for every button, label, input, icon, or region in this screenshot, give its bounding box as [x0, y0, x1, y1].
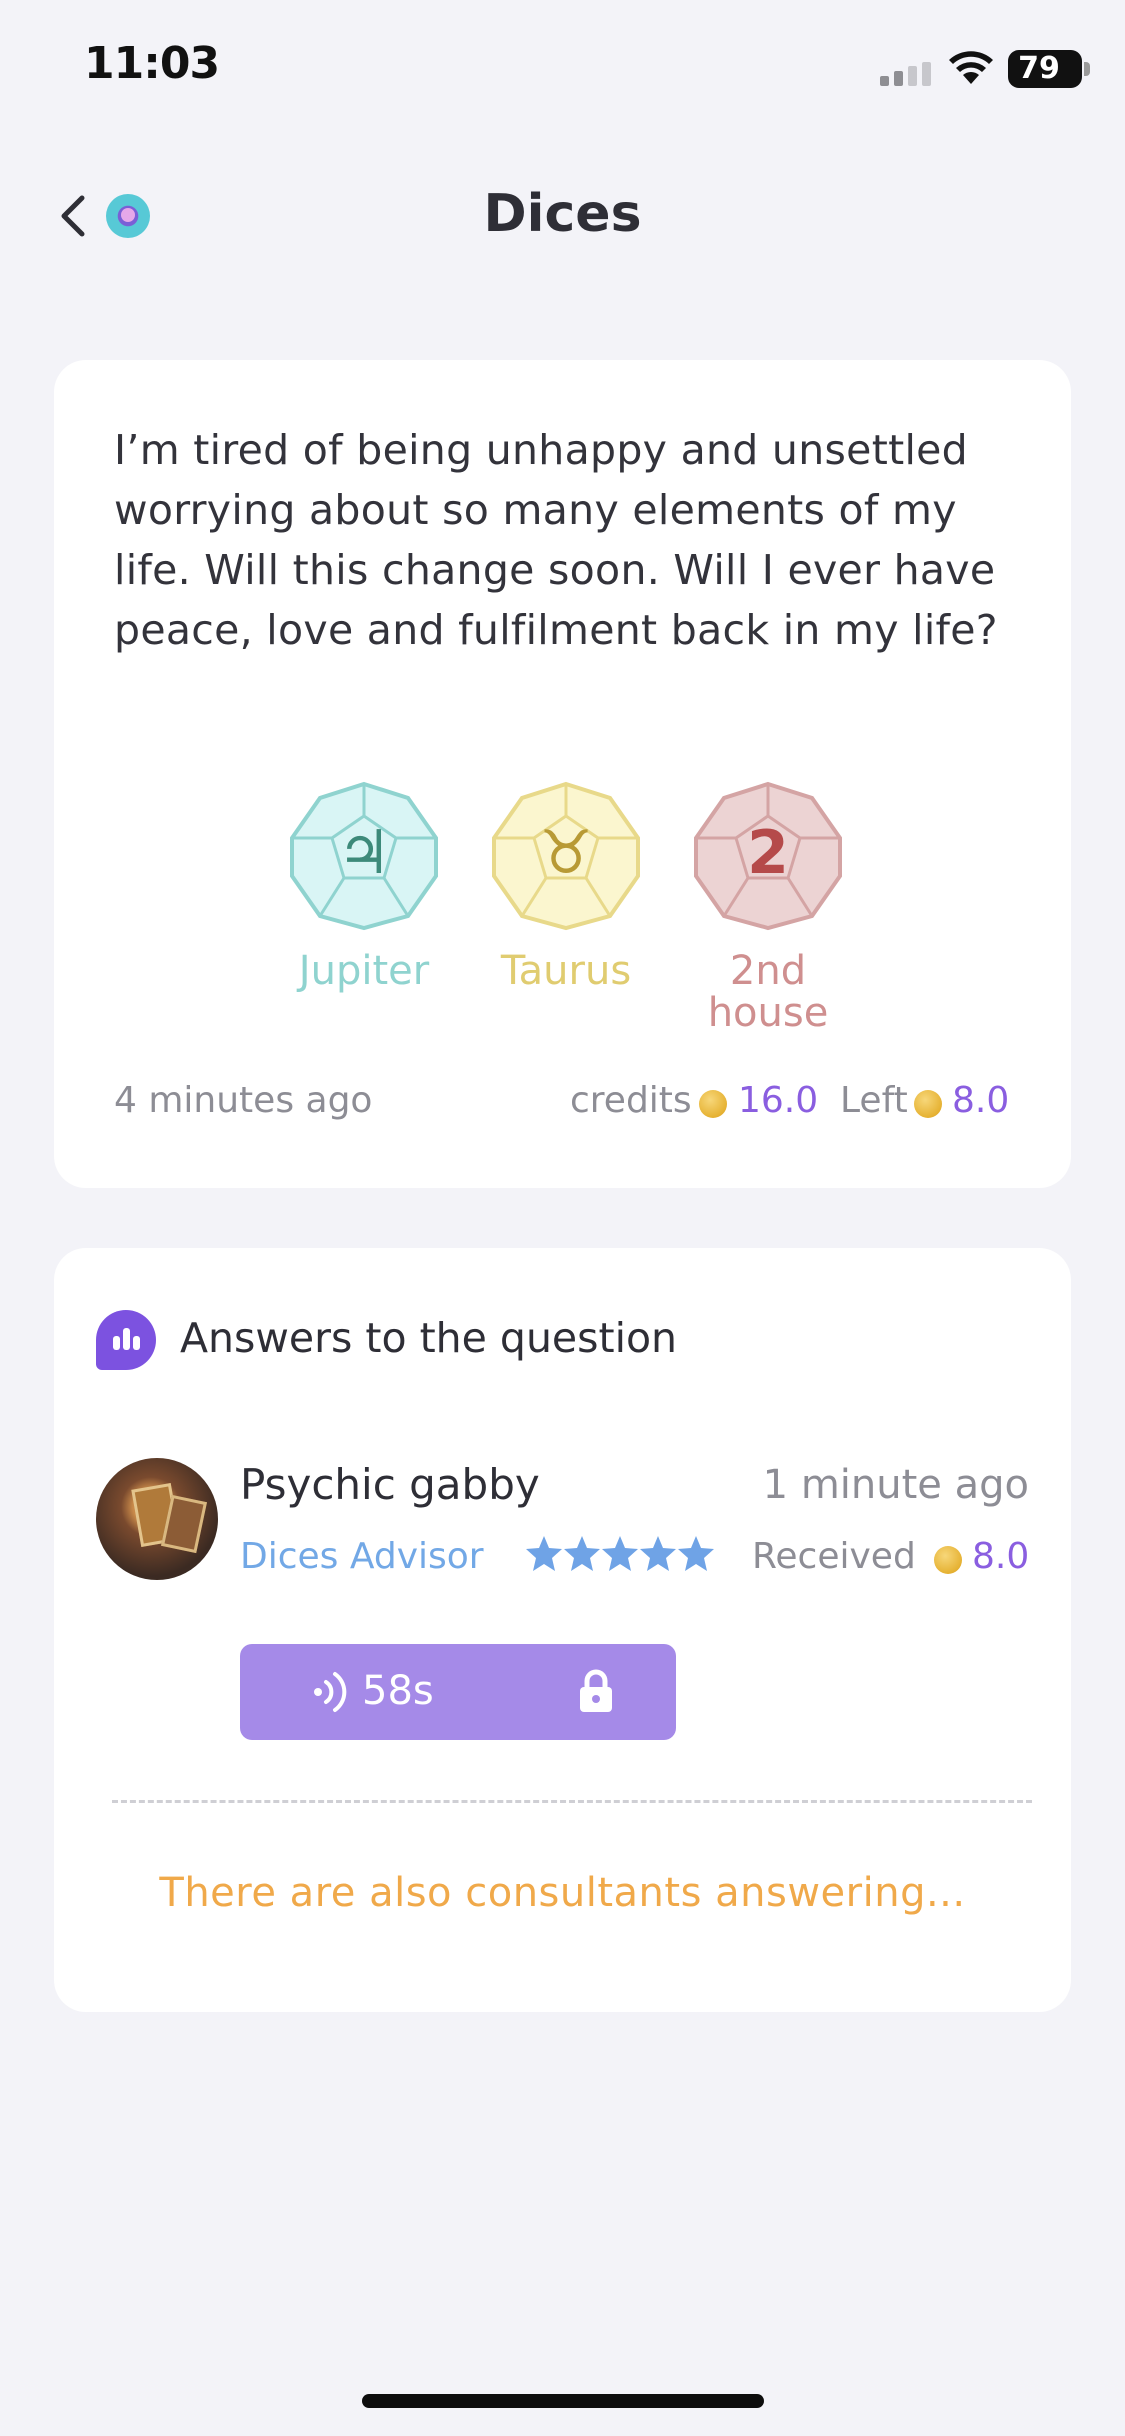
coin-icon	[934, 1546, 962, 1574]
credits-value: 16.0	[738, 1080, 819, 1121]
lock-icon	[580, 1669, 612, 1712]
battery-level: 79	[1018, 51, 1060, 86]
die-label: Jupiter	[298, 948, 430, 994]
die-symbol: ♃	[337, 818, 391, 888]
audio-wave-icon	[314, 1672, 347, 1712]
question-text: I’m tired of being unhappy and unsettled…	[114, 426, 998, 654]
die-symbol: ♉	[539, 818, 593, 888]
left-value: 8.0	[952, 1080, 1010, 1121]
die-label: Taurus	[500, 948, 632, 994]
credits-label: credits	[570, 1080, 692, 1121]
page-title: Dices	[483, 184, 642, 244]
answer-time: 1 minute ago	[762, 1462, 1029, 1508]
star-icon	[526, 1536, 562, 1571]
dice-row: ♃ Jupiter ♉ Taurus 2 2nd house	[54, 780, 1071, 1034]
voice-message-button[interactable]: 58s	[240, 1644, 676, 1740]
divider	[112, 1800, 1032, 1803]
voice-duration: 58s	[362, 1668, 434, 1714]
question-card: I’m tired of being unhappy and unsettled…	[54, 360, 1071, 1188]
status-time: 11:03	[84, 38, 220, 89]
star-icon	[564, 1536, 600, 1571]
die-symbol: 2	[747, 818, 789, 888]
answers-title: Answers to the question	[180, 1314, 678, 1362]
coin-icon	[699, 1090, 727, 1118]
coin-icon	[914, 1090, 942, 1118]
star-icon	[678, 1536, 714, 1571]
battery-icon: 79	[1008, 50, 1082, 88]
cellular-signal-icon	[880, 62, 931, 86]
advisor-avatar[interactable]	[96, 1458, 218, 1580]
die-label: 2nd house	[707, 948, 829, 1036]
received-label: Received	[752, 1536, 916, 1577]
star-icon	[602, 1536, 638, 1571]
chat-bubble-icon	[96, 1310, 156, 1370]
star-icon	[640, 1536, 676, 1571]
left-label: Left	[840, 1080, 908, 1121]
home-indicator[interactable]	[362, 2394, 764, 2408]
wifi-icon	[949, 51, 993, 84]
status-bar: 11:03 79	[0, 0, 1125, 140]
received-value: 8.0	[972, 1536, 1030, 1577]
pending-answers-text: There are also consultants answering...	[159, 1870, 966, 1916]
battery-cap	[1084, 62, 1090, 76]
question-time: 4 minutes ago	[114, 1080, 373, 1121]
advisor-name[interactable]: Psychic gabby	[240, 1460, 540, 1509]
answers-card: Answers to the question Psychic gabby 1 …	[54, 1248, 1071, 2012]
advisor-role: Dices Advisor	[240, 1536, 484, 1577]
